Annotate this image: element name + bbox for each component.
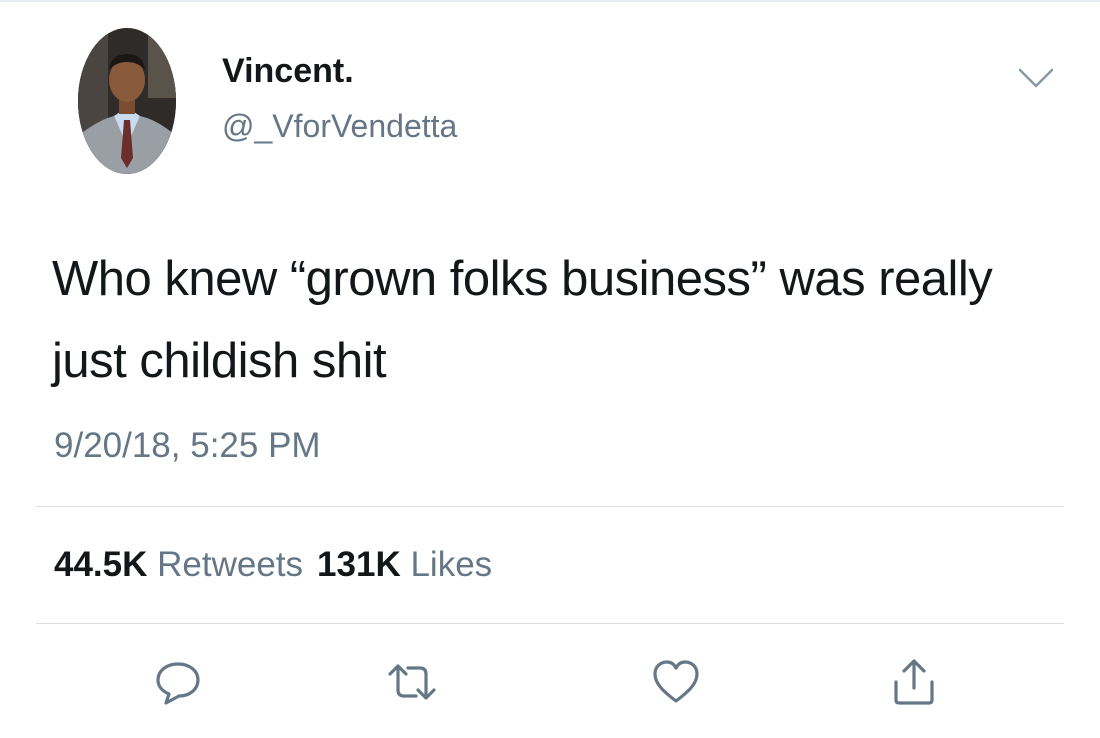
- retweets-stat[interactable]: 44.5K Retweets: [54, 545, 303, 584]
- share-button[interactable]: [888, 656, 940, 708]
- chevron-down-icon[interactable]: [1016, 66, 1056, 90]
- author-display-name[interactable]: Vincent.: [222, 50, 354, 92]
- likes-count: 131K: [317, 545, 401, 584]
- tweet-stats: 44.5K Retweets 131K Likes: [54, 543, 492, 587]
- retweet-icon: [388, 664, 436, 700]
- reply-button[interactable]: [152, 656, 204, 708]
- avatar-photo: [78, 28, 176, 174]
- like-button[interactable]: [650, 656, 702, 708]
- share-icon: [894, 659, 934, 705]
- likes-label: Likes: [410, 545, 493, 584]
- heart-icon: [653, 660, 699, 703]
- retweet-button[interactable]: [386, 656, 438, 708]
- likes-stat[interactable]: 131K Likes: [317, 545, 492, 584]
- author-handle[interactable]: @_VforVendetta: [222, 106, 457, 146]
- top-divider: [0, 0, 1100, 2]
- divider: [36, 506, 1064, 507]
- retweets-label: Retweets: [157, 545, 304, 584]
- retweets-count: 44.5K: [54, 545, 148, 584]
- avatar[interactable]: [78, 28, 176, 174]
- divider: [36, 623, 1064, 624]
- tweet-text: Who knew “grown folks business” was real…: [52, 252, 993, 388]
- tweet-timestamp[interactable]: 9/20/18, 5:25 PM: [54, 424, 321, 468]
- reply-icon: [156, 662, 200, 705]
